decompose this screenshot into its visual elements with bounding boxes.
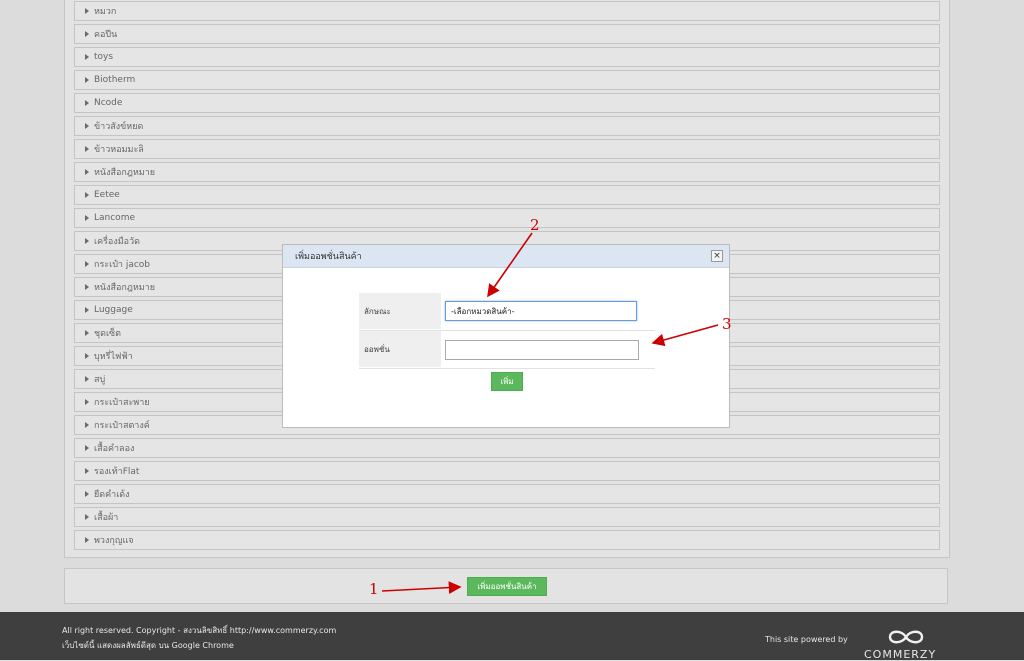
annotation-label-3: 3	[722, 315, 732, 333]
annotation-arrow-2	[487, 232, 533, 298]
annotation-arrow-1	[381, 581, 462, 594]
annotation-arrows	[381, 232, 719, 594]
annotation-label-1: 1	[369, 580, 379, 598]
page: { "categories": ["หมวก","คอปีน","toys","…	[0, 0, 1024, 661]
annotation-label-2: 2	[530, 216, 540, 234]
annotation-arrow-3	[651, 324, 719, 347]
